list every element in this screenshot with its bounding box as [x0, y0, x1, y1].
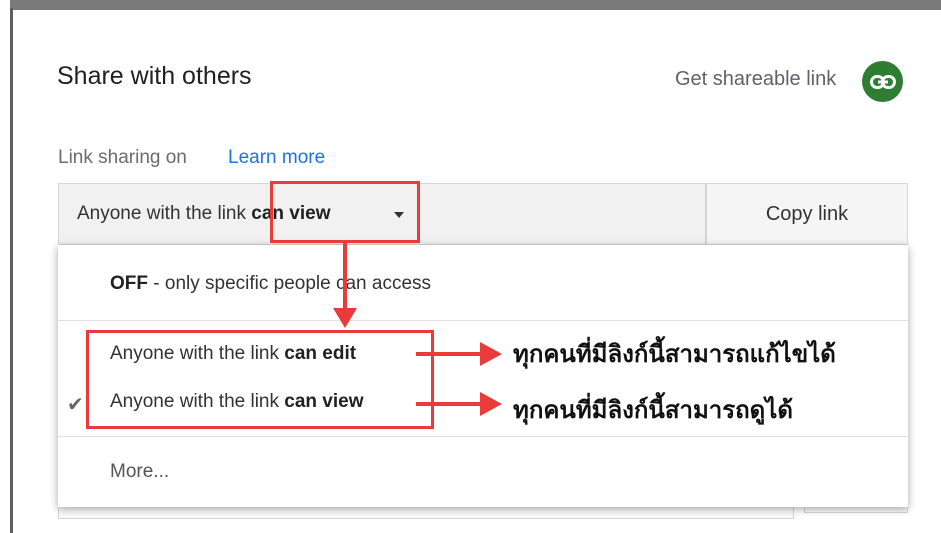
menu-item-off[interactable]: OFF - only specific people can access — [110, 273, 431, 295]
checkmark-icon: ✔ — [67, 394, 84, 416]
link-sharing-status: Link sharing on — [58, 147, 187, 168]
link-icon — [869, 74, 896, 89]
annotation-highlight-options — [86, 330, 434, 429]
annotation-highlight-access — [270, 181, 420, 243]
annotation-arrow-line-edit — [416, 352, 486, 356]
annotation-arrow-line-view — [416, 402, 486, 406]
annotation-view-note: ทุกคนที่มีลิงก์นี้สามารถดูได้ — [513, 396, 793, 424]
dialog-title: Share with others — [57, 62, 252, 90]
annotation-edit-note: ทุกคนที่มีลิงก์นี้สามารถแก้ไขได้ — [513, 340, 836, 368]
annotation-arrow-right-icon — [480, 342, 502, 366]
menu-item-more[interactable]: More... — [110, 461, 169, 483]
window-frame-left — [0, 0, 10, 533]
get-shareable-link-label[interactable]: Get shareable link — [675, 68, 836, 91]
menu-item-off-bold: OFF — [110, 273, 148, 294]
menu-divider — [58, 320, 908, 321]
access-prefix: Anyone with the link — [77, 203, 246, 224]
get-shareable-link-button[interactable] — [862, 61, 903, 102]
copy-link-button[interactable]: Copy link — [706, 183, 908, 245]
window-frame-top — [10, 0, 941, 10]
underlying-button — [804, 507, 908, 513]
menu-item-off-desc: - only specific people can access — [153, 273, 432, 294]
learn-more-link[interactable]: Learn more — [228, 147, 325, 169]
underlying-field — [58, 507, 794, 519]
annotation-arrow-line-down — [343, 243, 347, 313]
menu-divider — [58, 436, 908, 437]
annotation-arrow-down-icon — [333, 308, 357, 328]
annotation-arrow-right-icon — [480, 392, 502, 416]
